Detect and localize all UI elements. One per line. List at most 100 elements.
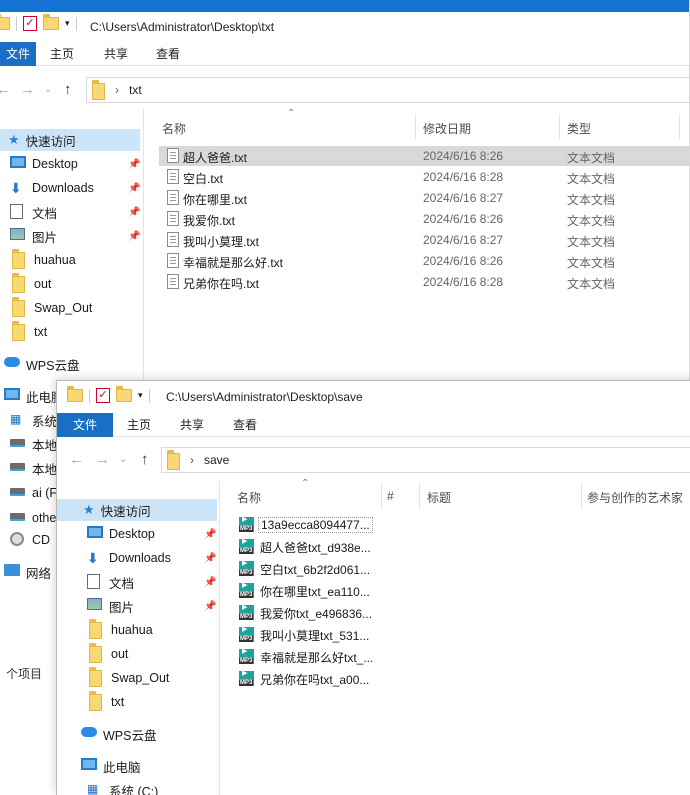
sidebar-item-desktop[interactable]: Desktop	[10, 153, 78, 175]
sidebar-item-drive[interactable]: ai (F	[10, 482, 57, 504]
sidebar-item-label: 此电脑	[103, 760, 141, 775]
sidebar-item-swap-out[interactable]: Swap_Out	[89, 667, 169, 689]
sidebar-item-drive[interactable]: 本地	[10, 433, 57, 455]
sidebar-item-desktop[interactable]: Desktop	[87, 523, 155, 545]
tab-home[interactable]: 主页	[44, 42, 80, 66]
properties-icon[interactable]: ✓	[23, 16, 37, 31]
pin-icon[interactable]: 📌	[204, 601, 216, 612]
sidebar-item-documents[interactable]: 文档	[10, 201, 57, 223]
back-button[interactable]: ←	[0, 81, 11, 98]
column-divider[interactable]	[419, 483, 420, 509]
column-divider[interactable]	[581, 483, 582, 509]
sidebar-item-out[interactable]: out	[89, 643, 128, 665]
tab-view[interactable]: 查看	[227, 413, 263, 437]
column-divider[interactable]	[381, 483, 382, 509]
sidebar-item-wps[interactable]: WPS云盘	[4, 353, 79, 375]
sidebar-item-quick-access[interactable]: ★ 快速访问	[57, 499, 217, 521]
recent-dropdown-icon[interactable]: ⌄	[44, 84, 52, 95]
pin-icon[interactable]: 📌	[128, 183, 140, 194]
file-row[interactable]: MP3 幸福就是那么好txt_...	[237, 647, 690, 667]
file-row[interactable]: 幸福就是那么好.txt 2024/6/16 8:26 文本文档	[159, 251, 689, 271]
file-row[interactable]: MP3 我叫小莫理txt_531...	[237, 625, 690, 645]
file-name: 我叫小莫理txt_531...	[260, 629, 370, 643]
breadcrumb[interactable]: txt	[129, 83, 142, 97]
column-artists[interactable]: 参与创作的艺术家	[587, 489, 683, 506]
breadcrumb[interactable]: save	[204, 453, 229, 467]
sidebar-item-txt[interactable]: txt	[12, 321, 47, 343]
tab-share[interactable]: 共享	[174, 413, 210, 437]
new-folder-icon[interactable]	[43, 14, 59, 30]
file-row[interactable]: 空白.txt 2024/6/16 8:28 文本文档	[159, 167, 689, 187]
sidebar-item-out[interactable]: out	[12, 273, 51, 295]
file-row[interactable]: 兄弟你在吗.txt 2024/6/16 8:28 文本文档	[159, 272, 689, 292]
sidebar-item-network[interactable]: 网络	[4, 561, 51, 583]
ribbon-tabs: 文件 主页 共享 查看	[57, 413, 690, 437]
column-date[interactable]: 修改日期	[423, 120, 471, 137]
up-button[interactable]: ↑	[141, 451, 149, 468]
sidebar-item-wps[interactable]: WPS云盘	[81, 723, 156, 745]
customize-dropdown-icon[interactable]: ▾	[138, 390, 143, 401]
tab-view[interactable]: 查看	[150, 42, 186, 66]
tab-share[interactable]: 共享	[98, 42, 134, 66]
file-row[interactable]: 你在哪里.txt 2024/6/16 8:27 文本文档	[159, 188, 689, 208]
file-name: 空白.txt	[183, 172, 224, 186]
folder-icon[interactable]	[67, 386, 83, 402]
sidebar-item-label: CD	[32, 533, 51, 547]
sidebar-item-this-pc[interactable]: 此电脑	[81, 755, 141, 777]
file-row[interactable]: MP3 我爱你txt_e496836...	[237, 603, 690, 623]
window-path: C:\Users\Administrator\Desktop\save	[166, 390, 363, 404]
file-row[interactable]: MP3 兄弟你在吗txt_a00...	[237, 669, 690, 689]
sidebar-item-huahua[interactable]: huahua	[12, 249, 76, 271]
sidebar-item-drive-c[interactable]: ▦ 系统 (C:)	[87, 779, 158, 795]
forward-button[interactable]: →	[95, 451, 110, 468]
file-row[interactable]: 我爱你.txt 2024/6/16 8:26 文本文档	[159, 209, 689, 229]
sidebar-item-pictures[interactable]: 图片	[87, 595, 134, 617]
column-name[interactable]: 名称	[237, 489, 261, 506]
up-button[interactable]: ↑	[64, 81, 72, 98]
back-button[interactable]: ←	[69, 451, 84, 468]
new-folder-icon[interactable]	[116, 386, 132, 402]
column-divider[interactable]	[679, 114, 680, 140]
pin-icon[interactable]: 📌	[204, 577, 216, 588]
address-bar[interactable]: › txt	[86, 77, 689, 103]
pin-icon[interactable]: 📌	[204, 553, 216, 564]
column-divider[interactable]	[559, 114, 560, 140]
sidebar-item-drive[interactable]: ▦ 系统	[10, 409, 57, 431]
sidebar-item-txt[interactable]: txt	[89, 691, 124, 713]
file-row[interactable]: 我叫小莫理.txt 2024/6/16 8:27 文本文档	[159, 230, 689, 250]
pin-icon[interactable]: 📌	[204, 529, 216, 540]
file-row[interactable]: MP3 你在哪里txt_ea110...	[237, 581, 690, 601]
pin-icon[interactable]: 📌	[128, 231, 140, 242]
sidebar-item-downloads[interactable]: ⬇ Downloads	[10, 177, 94, 199]
forward-button[interactable]: →	[20, 81, 35, 98]
column-divider[interactable]	[415, 114, 416, 140]
sidebar-item-drive[interactable]: othe	[10, 507, 56, 529]
sidebar-item-pictures[interactable]: 图片	[10, 225, 57, 247]
tab-home[interactable]: 主页	[121, 413, 157, 437]
file-row[interactable]: 超人爸爸.txt 2024/6/16 8:26 文本文档	[159, 146, 689, 166]
column-type[interactable]: 类型	[567, 120, 591, 137]
file-row[interactable]: MP3 13a9ecca8094477...	[237, 515, 690, 535]
sidebar-item-quick-access[interactable]: ★ 快速访问	[0, 129, 140, 151]
tab-file[interactable]: 文件	[0, 42, 36, 66]
sidebar-item-drive[interactable]: CD	[10, 529, 50, 551]
sidebar-item-downloads[interactable]: ⬇ Downloads	[87, 547, 171, 569]
file-row[interactable]: MP3 空白txt_6b2f2d061...	[237, 559, 690, 579]
properties-icon[interactable]: ✓	[96, 388, 110, 403]
sidebar-item-drive[interactable]: 本地	[10, 457, 57, 479]
column-name[interactable]: 名称	[162, 120, 186, 137]
sidebar-item-this-pc[interactable]: 此电脑	[4, 385, 64, 407]
folder-icon[interactable]	[0, 14, 10, 30]
tab-file[interactable]: 文件	[57, 413, 113, 437]
file-row[interactable]: MP3 超人爸爸txt_d938e...	[237, 537, 690, 557]
sidebar-item-huahua[interactable]: huahua	[89, 619, 153, 641]
address-bar[interactable]: › save	[161, 447, 690, 473]
recent-dropdown-icon[interactable]: ⌄	[119, 454, 127, 465]
sidebar-item-swap-out[interactable]: Swap_Out	[12, 297, 92, 319]
customize-dropdown-icon[interactable]: ▾	[65, 18, 70, 29]
sidebar-item-documents[interactable]: 文档	[87, 571, 134, 593]
pin-icon[interactable]: 📌	[128, 159, 140, 170]
column-title[interactable]: 标题	[427, 489, 451, 506]
column-number[interactable]: #	[387, 489, 394, 503]
pin-icon[interactable]: 📌	[128, 207, 140, 218]
